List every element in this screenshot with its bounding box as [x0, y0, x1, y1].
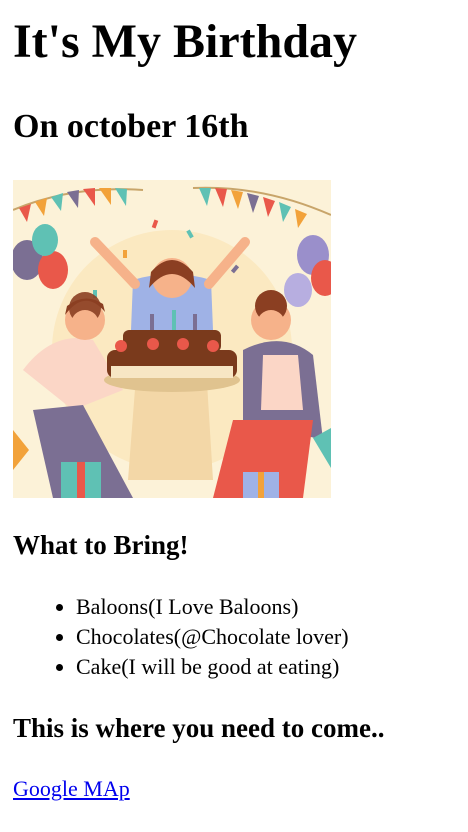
location-heading: This is where you need to come..	[13, 713, 385, 743]
bring-list: Baloons(I Love Baloons) Chocolates(@Choc…	[13, 592, 349, 682]
list-item: Chocolates(@Chocolate lover)	[76, 622, 349, 652]
page-title: It's My Birthday	[13, 15, 358, 68]
list-item: Cake(I will be good at eating)	[76, 652, 349, 682]
birthday-illustration	[13, 180, 331, 498]
event-date-heading: On october 16th	[13, 108, 249, 145]
what-to-bring-heading: What to Bring!	[13, 530, 189, 560]
list-item: Baloons(I Love Baloons)	[76, 592, 349, 622]
google-map-link[interactable]: Google MAp	[13, 775, 130, 803]
